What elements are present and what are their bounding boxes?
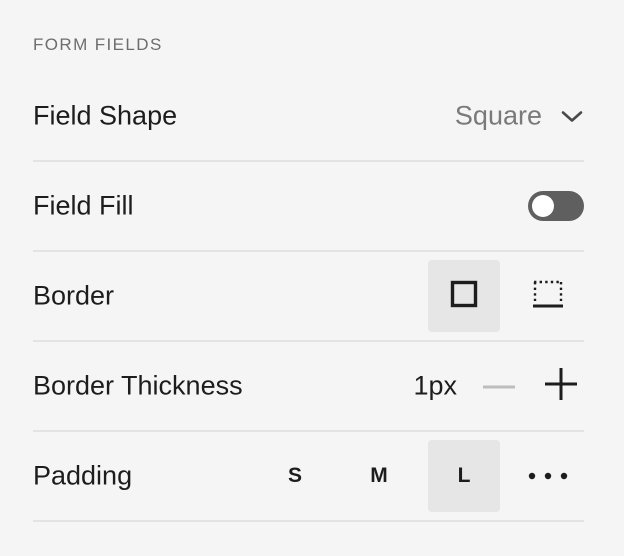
padding-s-label: S <box>287 464 302 487</box>
border-row: Border <box>33 252 584 342</box>
field-fill-row: Field Fill <box>33 162 584 252</box>
padding-s-button[interactable]: S <box>259 440 331 512</box>
minus-icon <box>482 377 516 395</box>
field-shape-label: Field Shape <box>33 100 178 131</box>
padding-m-label: M <box>370 464 388 487</box>
border-thickness-value: 1px <box>413 370 457 401</box>
chevron-down-icon <box>560 108 584 124</box>
decrease-button[interactable] <box>479 366 519 406</box>
field-fill-label: Field Fill <box>33 190 134 221</box>
border-bottom-icon <box>532 279 564 314</box>
padding-label: Padding <box>33 460 133 491</box>
field-fill-toggle[interactable] <box>528 191 584 221</box>
border-bottom-button[interactable] <box>512 260 584 332</box>
section-title: FORM FIELDS <box>33 35 163 54</box>
border-all-icon <box>450 280 478 313</box>
padding-l-label: L <box>457 464 471 487</box>
field-shape-value: Square <box>454 100 542 131</box>
form-fields-panel: FORM FIELDS Field Shape Square Field Fil… <box>0 0 624 556</box>
increase-button[interactable] <box>541 366 581 406</box>
border-thickness-label: Border Thickness <box>33 370 243 401</box>
padding-l-button[interactable]: L <box>428 440 500 512</box>
more-horizontal-icon <box>527 467 569 485</box>
padding-m-button[interactable]: M <box>343 440 415 512</box>
plus-icon <box>544 367 578 406</box>
padding-more-button[interactable] <box>512 440 584 512</box>
border-label: Border <box>33 280 115 311</box>
toggle-knob <box>532 195 554 217</box>
field-shape-select[interactable]: Square <box>455 101 584 132</box>
padding-row: Padding S M L <box>33 432 584 522</box>
field-shape-row: Field Shape Square <box>33 72 584 162</box>
border-all-button[interactable] <box>428 260 500 332</box>
border-thickness-row: Border Thickness 1px <box>33 342 584 432</box>
